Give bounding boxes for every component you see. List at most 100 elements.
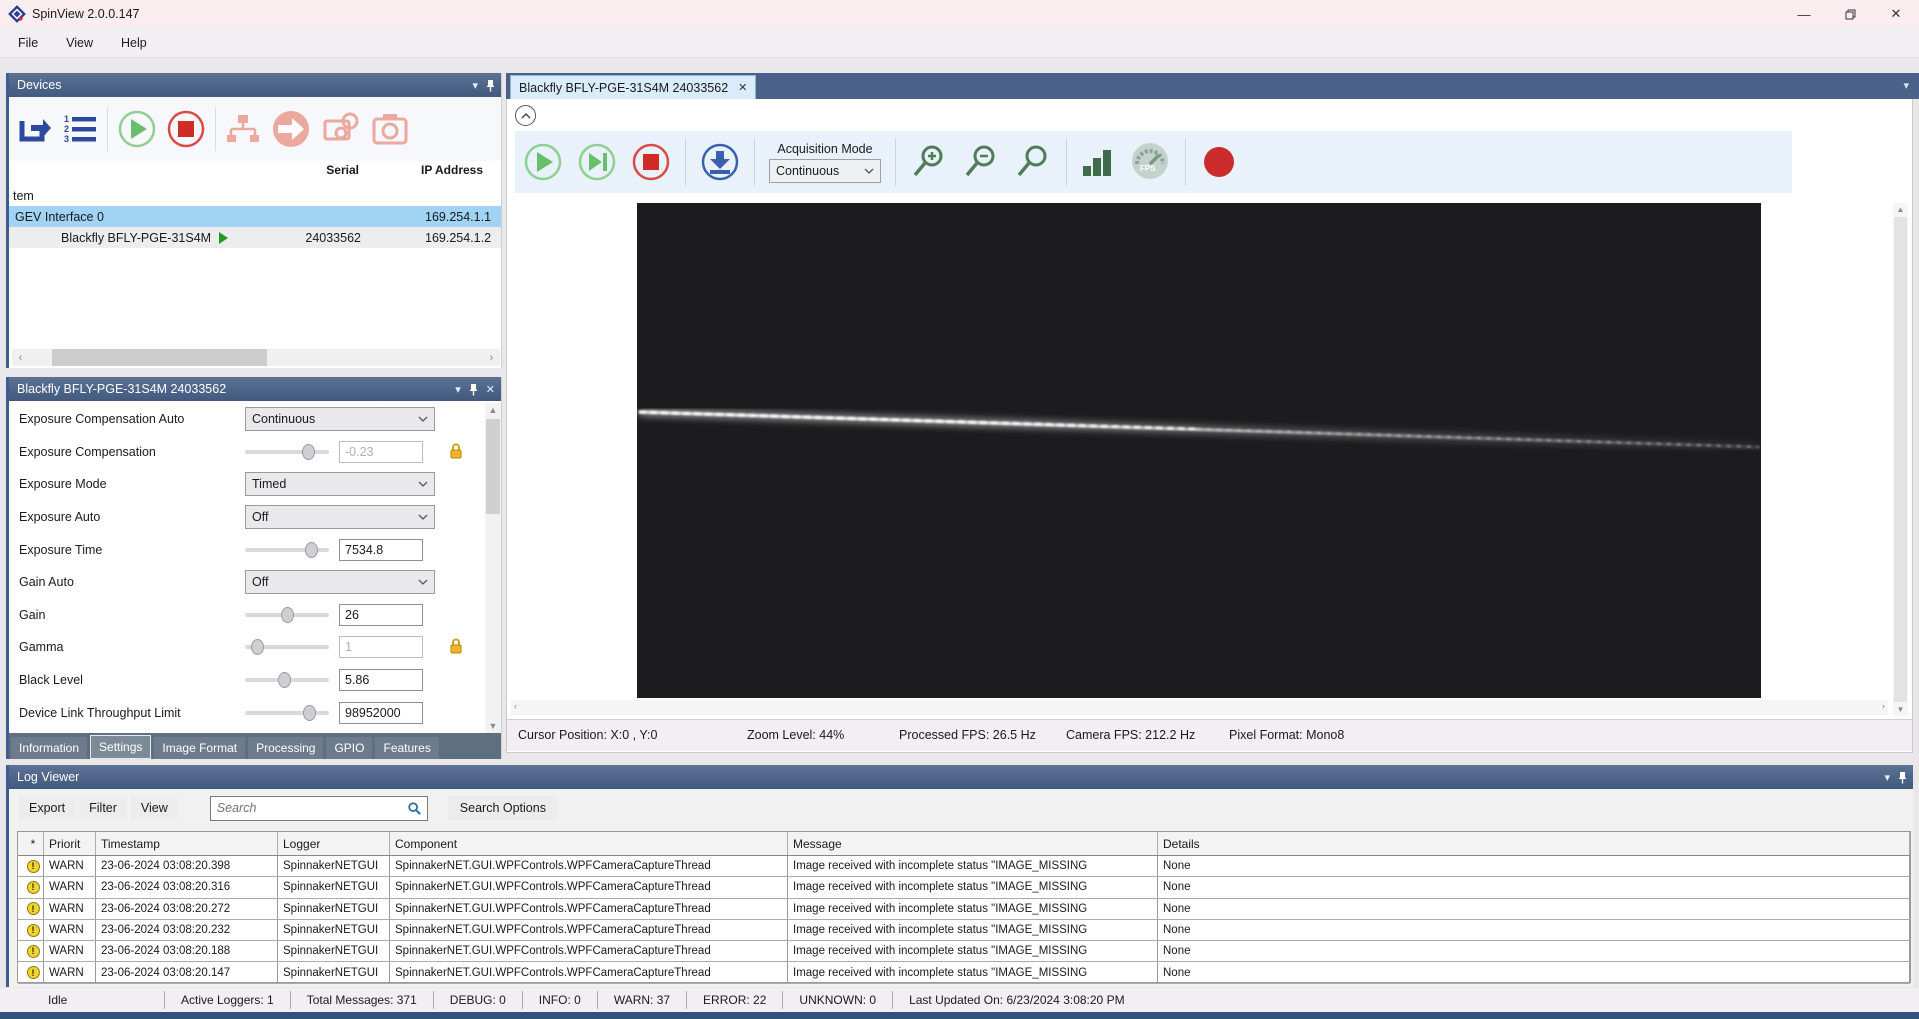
zoom-fit-icon[interactable] bbox=[1014, 143, 1052, 181]
log-dropdown-icon[interactable]: ▾ bbox=[1884, 771, 1890, 784]
devices-panel-header[interactable]: Devices ▾ bbox=[9, 73, 501, 97]
single-frame-icon[interactable] bbox=[577, 142, 617, 182]
record-icon[interactable] bbox=[1200, 143, 1238, 181]
log-menu-filter[interactable]: Filter bbox=[79, 797, 127, 819]
tab-settings[interactable]: Settings bbox=[90, 735, 151, 759]
network-topology-icon[interactable] bbox=[225, 111, 261, 147]
refresh-devices-icon[interactable] bbox=[17, 111, 53, 147]
log-row[interactable]: ! WARN 23-06-2024 03:08:20.272 Spinnaker… bbox=[18, 899, 1910, 920]
log-row[interactable]: ! WARN 23-06-2024 03:08:20.232 Spinnaker… bbox=[18, 920, 1910, 941]
zoom-in-icon[interactable] bbox=[910, 143, 948, 181]
scrollbar-thumb[interactable] bbox=[52, 349, 267, 366]
device-link-throughput-value[interactable]: 98952000 bbox=[339, 702, 423, 724]
search-icon[interactable] bbox=[407, 801, 421, 815]
properties-pin-icon[interactable] bbox=[469, 383, 478, 396]
tree-item-gev-interface[interactable]: GEV Interface 0 169.254.1.1 bbox=[9, 206, 501, 227]
col-star[interactable]: * bbox=[18, 832, 44, 855]
exposure-auto-dropdown[interactable]: Off bbox=[245, 505, 435, 529]
acquisition-mode-dropdown[interactable]: Continuous bbox=[769, 159, 881, 183]
col-component[interactable]: Component bbox=[390, 832, 788, 855]
restore-button[interactable] bbox=[1827, 0, 1873, 28]
log-row[interactable]: ! WARN 23-06-2024 03:08:20.316 Spinnaker… bbox=[18, 877, 1910, 898]
col-priority[interactable]: Priorit bbox=[44, 832, 96, 855]
tab-features[interactable]: Features bbox=[375, 737, 438, 759]
scroll-up-icon[interactable]: ▲ bbox=[1893, 205, 1908, 214]
scroll-left-icon[interactable]: ‹ bbox=[12, 352, 29, 364]
viewer-horizontal-scrollbar[interactable]: ‹ › bbox=[511, 700, 1888, 715]
gain-auto-dropdown[interactable]: Off bbox=[245, 570, 435, 594]
black-level-value[interactable]: 5.86 bbox=[339, 669, 423, 691]
device-link-throughput-slider[interactable] bbox=[245, 711, 329, 715]
close-button[interactable]: ✕ bbox=[1873, 0, 1919, 28]
minimize-button[interactable]: — bbox=[1781, 0, 1827, 28]
log-row[interactable]: ! WARN 23-06-2024 03:08:20.398 Spinnaker… bbox=[18, 856, 1910, 877]
scrollbar-thumb[interactable] bbox=[486, 419, 500, 514]
properties-dropdown-icon[interactable]: ▾ bbox=[455, 383, 461, 396]
gain-slider[interactable] bbox=[245, 613, 329, 617]
stop-acquisition-icon[interactable] bbox=[166, 109, 206, 149]
scroll-down-icon[interactable]: ▼ bbox=[1893, 705, 1908, 714]
scroll-down-icon[interactable]: ▼ bbox=[485, 721, 501, 731]
camera-icon[interactable] bbox=[370, 109, 410, 149]
devices-dropdown-icon[interactable]: ▾ bbox=[472, 79, 478, 92]
gain-value[interactable]: 26 bbox=[339, 604, 423, 626]
force-ip-icon[interactable] bbox=[270, 108, 312, 150]
tree-item-system[interactable]: tem bbox=[9, 185, 501, 206]
menu-help[interactable]: Help bbox=[107, 28, 161, 58]
log-menu-export[interactable]: Export bbox=[19, 797, 75, 819]
camera-settings-icon[interactable] bbox=[321, 109, 361, 149]
save-image-icon[interactable] bbox=[700, 142, 740, 182]
camera-image[interactable] bbox=[637, 203, 1761, 698]
fps-gauge-wrap[interactable]: FPS bbox=[1129, 140, 1171, 185]
search-options-button[interactable]: Search Options bbox=[448, 796, 558, 820]
scroll-up-icon[interactable]: ▲ bbox=[485, 405, 501, 415]
menu-view[interactable]: View bbox=[52, 28, 107, 58]
col-details[interactable]: Details bbox=[1158, 832, 1910, 855]
gamma-value[interactable]: 1 bbox=[339, 636, 423, 658]
log-row[interactable]: ! WARN 23-06-2024 03:08:20.147 Spinnaker… bbox=[18, 962, 1910, 983]
scrollbar-thumb[interactable] bbox=[1894, 217, 1907, 702]
col-logger[interactable]: Logger bbox=[278, 832, 390, 855]
play-stream-icon[interactable] bbox=[523, 142, 563, 182]
tabstrip-dropdown-icon[interactable]: ▾ bbox=[1903, 79, 1909, 92]
scroll-right-icon[interactable]: › bbox=[483, 352, 500, 364]
properties-close-icon[interactable]: ✕ bbox=[486, 383, 495, 396]
tab-image-format[interactable]: Image Format bbox=[154, 737, 245, 759]
viewer-tab-close-icon[interactable]: ✕ bbox=[738, 81, 747, 94]
zoom-out-icon[interactable] bbox=[962, 143, 1000, 181]
exposure-mode-dropdown[interactable]: Timed bbox=[245, 472, 435, 496]
log-search-input[interactable] bbox=[217, 801, 407, 815]
scroll-right-icon[interactable]: › bbox=[1882, 701, 1885, 711]
col-message[interactable]: Message bbox=[788, 832, 1158, 855]
devices-horizontal-scrollbar[interactable]: ‹ › bbox=[12, 349, 500, 366]
exposure-time-value[interactable]: 7534.8 bbox=[339, 539, 423, 561]
viewer-tab[interactable]: Blackfly BFLY-PGE-31S4M 24033562 ✕ bbox=[510, 75, 756, 99]
log-menu-view[interactable]: View bbox=[131, 797, 178, 819]
col-timestamp[interactable]: Timestamp bbox=[96, 832, 278, 855]
scroll-left-icon[interactable]: ‹ bbox=[514, 701, 517, 711]
tab-gpio[interactable]: GPIO bbox=[326, 737, 372, 759]
exposure-compensation-value[interactable]: -0.23 bbox=[339, 441, 423, 463]
exposure-compensation-slider[interactable] bbox=[245, 450, 329, 454]
menu-file[interactable]: File bbox=[4, 28, 52, 58]
log-row[interactable]: ! WARN 23-06-2024 03:08:20.188 Spinnaker… bbox=[18, 941, 1910, 962]
properties-panel-header[interactable]: Blackfly BFLY-PGE-31S4M 24033562 ▾ ✕ bbox=[9, 377, 501, 401]
device-list-icon[interactable]: 123 bbox=[62, 111, 98, 147]
log-viewer-header[interactable]: Log Viewer ▾ bbox=[9, 765, 1913, 789]
log-pin-icon[interactable] bbox=[1898, 771, 1907, 784]
properties-vertical-scrollbar[interactable]: ▲ ▼ bbox=[485, 403, 501, 733]
exposure-compensation-auto-dropdown[interactable]: Continuous bbox=[245, 407, 435, 431]
black-level-slider[interactable] bbox=[245, 678, 329, 682]
stop-stream-icon[interactable] bbox=[631, 142, 671, 182]
devices-pin-icon[interactable] bbox=[486, 79, 495, 92]
tree-item-blackfly-camera[interactable]: Blackfly BFLY-PGE-31S4M 24033562 169.254… bbox=[9, 227, 501, 248]
start-acquisition-icon[interactable] bbox=[117, 109, 157, 149]
gamma-slider[interactable] bbox=[245, 645, 329, 649]
viewer-vertical-scrollbar[interactable]: ▲ ▼ bbox=[1893, 203, 1908, 716]
log-search-box[interactable] bbox=[210, 796, 428, 821]
tab-information[interactable]: Information bbox=[11, 737, 87, 759]
collapse-toolbar-button[interactable] bbox=[515, 105, 536, 126]
tab-processing[interactable]: Processing bbox=[248, 737, 323, 759]
histogram-icon[interactable] bbox=[1081, 144, 1115, 180]
exposure-time-slider[interactable] bbox=[245, 548, 329, 552]
